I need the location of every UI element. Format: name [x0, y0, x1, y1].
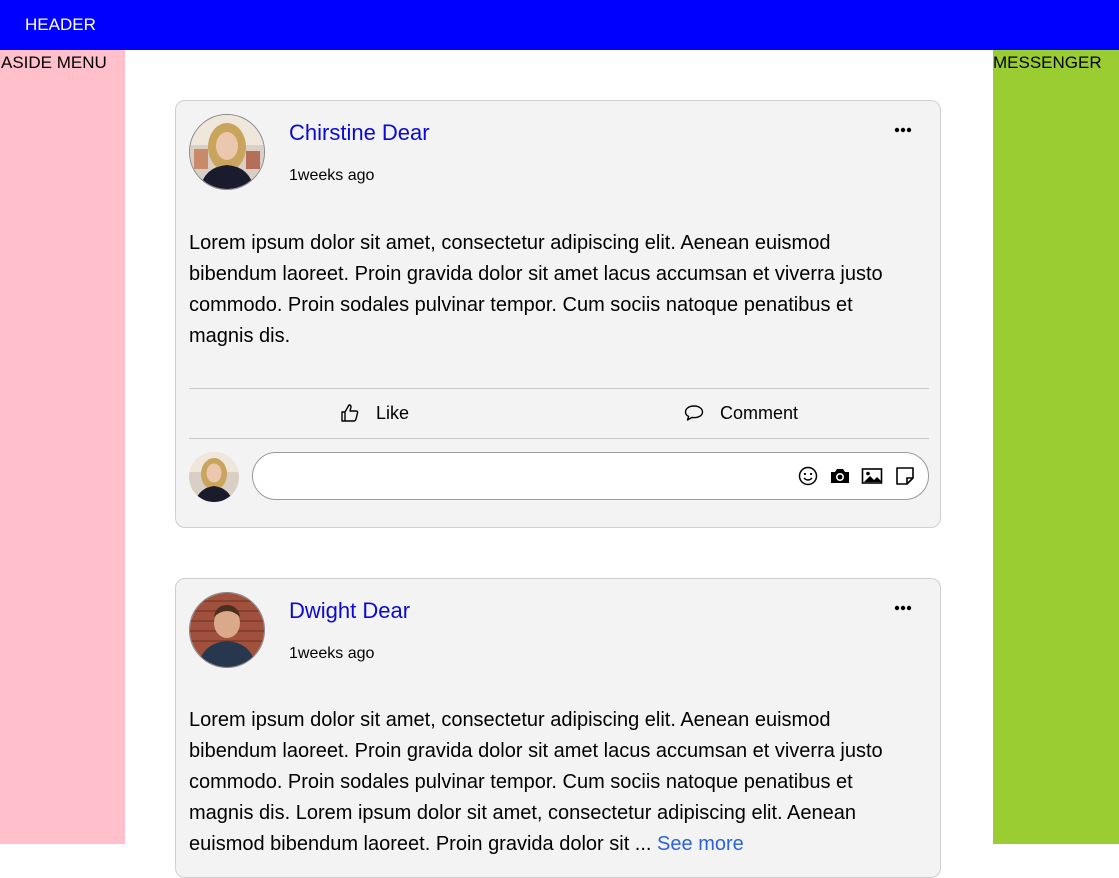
header: HEADER	[0, 0, 1119, 50]
current-user-avatar[interactable]	[189, 452, 239, 502]
post-body-text: Lorem ipsum dolor sit amet, consectetur …	[189, 709, 883, 855]
see-more-link[interactable]: See more	[657, 833, 744, 855]
avatar-photo-christine	[190, 115, 264, 189]
more-horizontal-icon[interactable]	[894, 123, 912, 137]
aside-menu-label: ASIDE MENU	[1, 53, 107, 72]
divider	[189, 438, 929, 439]
author-name[interactable]: Chirstine Dear	[289, 120, 430, 146]
like-label: Like	[376, 402, 410, 423]
more-horizontal-icon[interactable]	[894, 601, 912, 615]
camera-icon[interactable]	[829, 465, 851, 487]
post-body: Lorem ipsum dolor sit amet, consectetur …	[189, 705, 919, 860]
messenger-panel: MESSENGER	[993, 50, 1119, 844]
messenger-label: MESSENGER	[993, 53, 1102, 72]
comment-button[interactable]: Comment	[684, 399, 798, 427]
author-avatar[interactable]	[189, 592, 265, 668]
avatar-photo-christine	[189, 452, 239, 502]
author-name[interactable]: Dwight Dear	[289, 598, 410, 624]
thumbs-up-icon	[341, 404, 359, 422]
post-card: Dwight Dear 1weeks ago Lorem ipsum dolor…	[175, 578, 941, 878]
smiley-icon[interactable]	[797, 465, 819, 487]
post-timestamp: 1weeks ago	[289, 167, 375, 184]
post-timestamp: 1weeks ago	[289, 645, 375, 662]
comment-box[interactable]	[252, 452, 929, 500]
image-icon[interactable]	[861, 465, 883, 487]
avatar-photo-dwight	[190, 593, 264, 667]
sticker-icon[interactable]	[894, 465, 916, 487]
author-avatar[interactable]	[189, 114, 265, 190]
post-body: Lorem ipsum dolor sit amet, consectetur …	[189, 232, 883, 347]
comment-input[interactable]	[269, 463, 773, 491]
aside-menu: ASIDE MENU	[0, 50, 125, 844]
post-card: Chirstine Dear 1weeks ago Lorem ipsum do…	[175, 100, 941, 528]
divider	[189, 388, 929, 389]
comment-label: Comment	[720, 402, 799, 423]
speech-bubble-icon	[684, 405, 704, 421]
header-title: HEADER	[25, 15, 96, 34]
like-button[interactable]: Like	[340, 399, 409, 427]
